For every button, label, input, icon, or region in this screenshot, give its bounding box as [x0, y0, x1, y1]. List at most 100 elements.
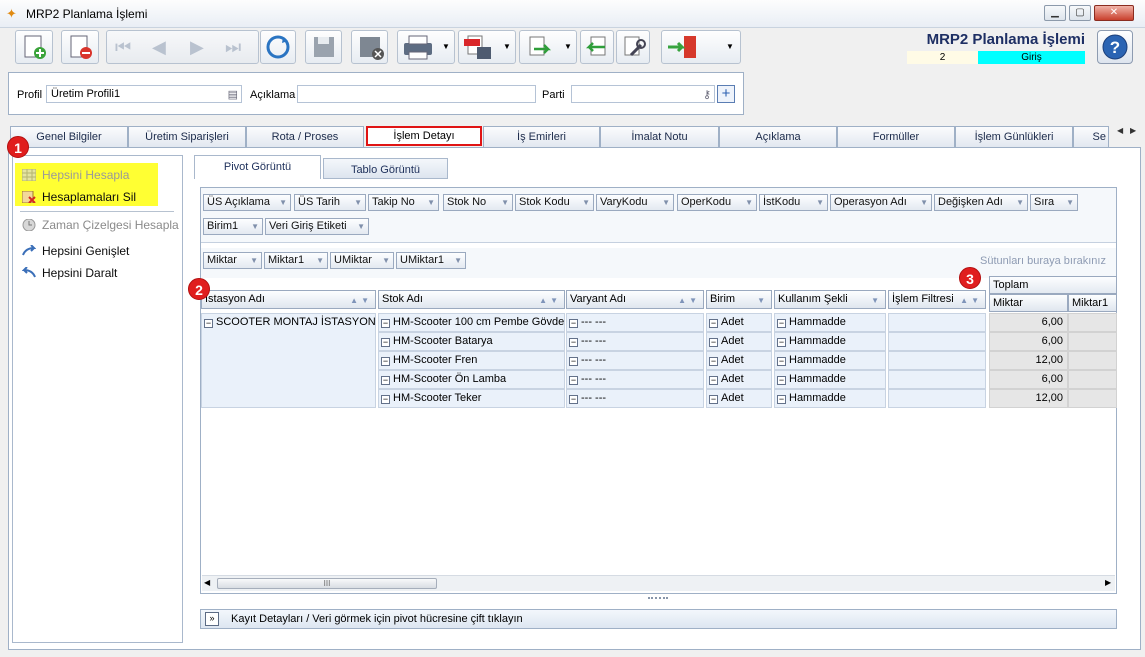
dropdown-arrow-icon[interactable]: ▼	[1066, 195, 1074, 210]
minimize-button[interactable]: ▁	[1044, 5, 1066, 21]
aciklama-field[interactable]	[297, 85, 536, 103]
birim-cell[interactable]: − Adet	[706, 370, 772, 389]
collapse-icon[interactable]: −	[709, 395, 718, 404]
filter-field-4[interactable]: Stok Kodu ▼	[515, 194, 594, 211]
varyant-cell[interactable]: − --- ---	[566, 332, 704, 351]
splitter-grip[interactable]	[648, 597, 668, 601]
dropdown-arrow-icon[interactable]: ▼	[354, 195, 362, 210]
filter-field-0[interactable]: ÜS Açıklama ▼	[203, 194, 291, 211]
print-dropdown-icon[interactable]: ▼	[442, 31, 450, 63]
tools-button[interactable]	[616, 30, 650, 64]
header-stok-adi[interactable]: Stok Adı ▲▼	[378, 290, 565, 309]
print-button[interactable]: ▼	[397, 30, 455, 64]
add-parti-button[interactable]: +	[717, 85, 735, 103]
tab-islem-detayi[interactable]: İşlem Detayı	[366, 126, 482, 146]
filter-field-9[interactable]: Değişken Adı ▼	[934, 194, 1028, 211]
sort-filter-icon[interactable]: ▲▼	[539, 292, 561, 308]
maximize-button[interactable]: ▢	[1069, 5, 1091, 21]
first-record-icon[interactable]: ⏮	[115, 37, 131, 58]
collapse-icon[interactable]: −	[381, 319, 390, 328]
filter-field-row2-1[interactable]: Veri Giriş Etiketi ▼	[265, 218, 369, 235]
dropdown-arrow-icon[interactable]: ▼	[382, 253, 390, 268]
tab-tablo-gorunu[interactable]: Tablo Görüntü	[323, 158, 448, 179]
collapse-icon[interactable]: −	[709, 357, 718, 366]
exit-dropdown-icon[interactable]: ▼	[726, 31, 734, 63]
birim-cell[interactable]: − Adet	[706, 313, 772, 332]
collapse-icon[interactable]: −	[381, 357, 390, 366]
miktar1-value-cell[interactable]	[1068, 332, 1117, 351]
islem-filtresi-cell[interactable]	[888, 351, 986, 370]
dropdown-arrow-icon[interactable]: ▼	[427, 195, 435, 210]
pdf-dropdown-icon[interactable]: ▼	[503, 31, 511, 63]
dropdown-arrow-icon[interactable]: ▼	[357, 219, 365, 234]
dropdown-arrow-icon[interactable]: ▼	[250, 253, 258, 268]
record-details-bar[interactable]: » Kayıt Detayları / Veri görmek için piv…	[200, 609, 1117, 629]
collapse-icon[interactable]: −	[709, 376, 718, 385]
filter-field-2[interactable]: Takip No ▼	[368, 194, 439, 211]
header-miktar1[interactable]: Miktar1	[1068, 294, 1117, 312]
tab-imalat-notu[interactable]: İmalat Notu	[600, 126, 719, 147]
export-pdf-button[interactable]: ▼	[458, 30, 516, 64]
data-field-1[interactable]: Miktar1 ▼	[264, 252, 328, 269]
list-picker-icon[interactable]: ▤	[228, 88, 238, 101]
data-field-0[interactable]: Miktar ▼	[203, 252, 262, 269]
hepsini-daralt-button[interactable]: Hepsini Daralt	[16, 263, 117, 283]
tab-is-emirleri[interactable]: İş Emirleri	[483, 126, 600, 147]
collapse-icon[interactable]: −	[777, 338, 786, 347]
islem-filtresi-cell[interactable]	[888, 313, 986, 332]
birim-cell[interactable]: − Adet	[706, 332, 772, 351]
filter-field-1[interactable]: ÜS Tarih ▼	[294, 194, 366, 211]
last-record-icon[interactable]: ⏭	[225, 37, 241, 58]
station-cell[interactable]: − SCOOTER MONTAJ İSTASYONU	[201, 313, 376, 408]
kullanim-cell[interactable]: − Hammadde	[774, 351, 886, 370]
sort-filter-icon[interactable]: ▲▼	[678, 292, 700, 308]
miktar-value-cell[interactable]: 6,00	[989, 370, 1068, 389]
filter-field-10[interactable]: Sıra ▼	[1030, 194, 1078, 211]
exit-button[interactable]: ▼	[661, 30, 741, 64]
miktar-value-cell[interactable]: 12,00	[989, 389, 1068, 408]
varyant-cell[interactable]: − --- ---	[566, 351, 704, 370]
filter-field-3[interactable]: Stok No ▼	[443, 194, 513, 211]
islem-filtresi-cell[interactable]	[888, 370, 986, 389]
collapse-icon[interactable]: −	[777, 395, 786, 404]
hepsini-genislet-button[interactable]: Hepsini Genişlet	[16, 241, 129, 261]
stok-name-cell[interactable]: − HM-Scooter Fren	[378, 351, 565, 370]
hepsini-hesapla-button[interactable]: Hepsini Hesapla	[16, 165, 129, 185]
key-picker-icon[interactable]: ⚷	[703, 88, 711, 101]
filter-field-7[interactable]: İstKodu ▼	[759, 194, 828, 211]
kullanim-cell[interactable]: − Hammadde	[774, 332, 886, 351]
dropdown-arrow-icon[interactable]: ▼	[279, 195, 287, 210]
sort-filter-icon[interactable]: ▼	[757, 292, 768, 308]
dropdown-arrow-icon[interactable]: ▼	[1016, 195, 1024, 210]
profil-field[interactable]: Üretim Profili1 ▤	[46, 85, 242, 103]
dropdown-arrow-icon[interactable]: ▼	[662, 195, 670, 210]
birim-cell[interactable]: − Adet	[706, 389, 772, 408]
collapse-icon[interactable]: −	[777, 357, 786, 366]
collapse-icon[interactable]: −	[569, 395, 578, 404]
miktar-value-cell[interactable]: 12,00	[989, 351, 1068, 370]
dropdown-arrow-icon[interactable]: ▼	[251, 219, 259, 234]
dropdown-arrow-icon[interactable]: ▼	[501, 195, 509, 210]
save-button[interactable]	[305, 30, 342, 64]
header-miktar[interactable]: Miktar	[989, 294, 1068, 312]
sort-filter-icon[interactable]: ▼	[871, 292, 882, 308]
delete-record-button[interactable]	[61, 30, 99, 64]
data-field-3[interactable]: UMiktar1 ▼	[396, 252, 466, 269]
miktar1-value-cell[interactable]	[1068, 313, 1117, 332]
tab-pivot-gorunu[interactable]: Pivot Görüntü	[194, 155, 321, 179]
help-button[interactable]: ?	[1097, 30, 1133, 64]
data-field-2[interactable]: UMiktar ▼	[330, 252, 394, 269]
parti-field[interactable]: ⚷	[571, 85, 715, 103]
tab-formuller[interactable]: Formüller	[837, 126, 955, 147]
header-islem-filtresi[interactable]: İşlem Filtresi ▲▼	[888, 290, 986, 309]
collapse-icon[interactable]: −	[709, 319, 718, 328]
new-record-button[interactable]	[15, 30, 53, 64]
filter-field-6[interactable]: OperKodu ▼	[677, 194, 757, 211]
transfer-button[interactable]: ▼	[519, 30, 577, 64]
expand-details-icon[interactable]: »	[205, 612, 219, 626]
import-button[interactable]	[580, 30, 614, 64]
dropdown-arrow-icon[interactable]: ▼	[454, 253, 462, 268]
collapse-icon[interactable]: −	[709, 338, 718, 347]
collapse-icon[interactable]: −	[569, 338, 578, 347]
collapse-icon[interactable]: −	[777, 319, 786, 328]
